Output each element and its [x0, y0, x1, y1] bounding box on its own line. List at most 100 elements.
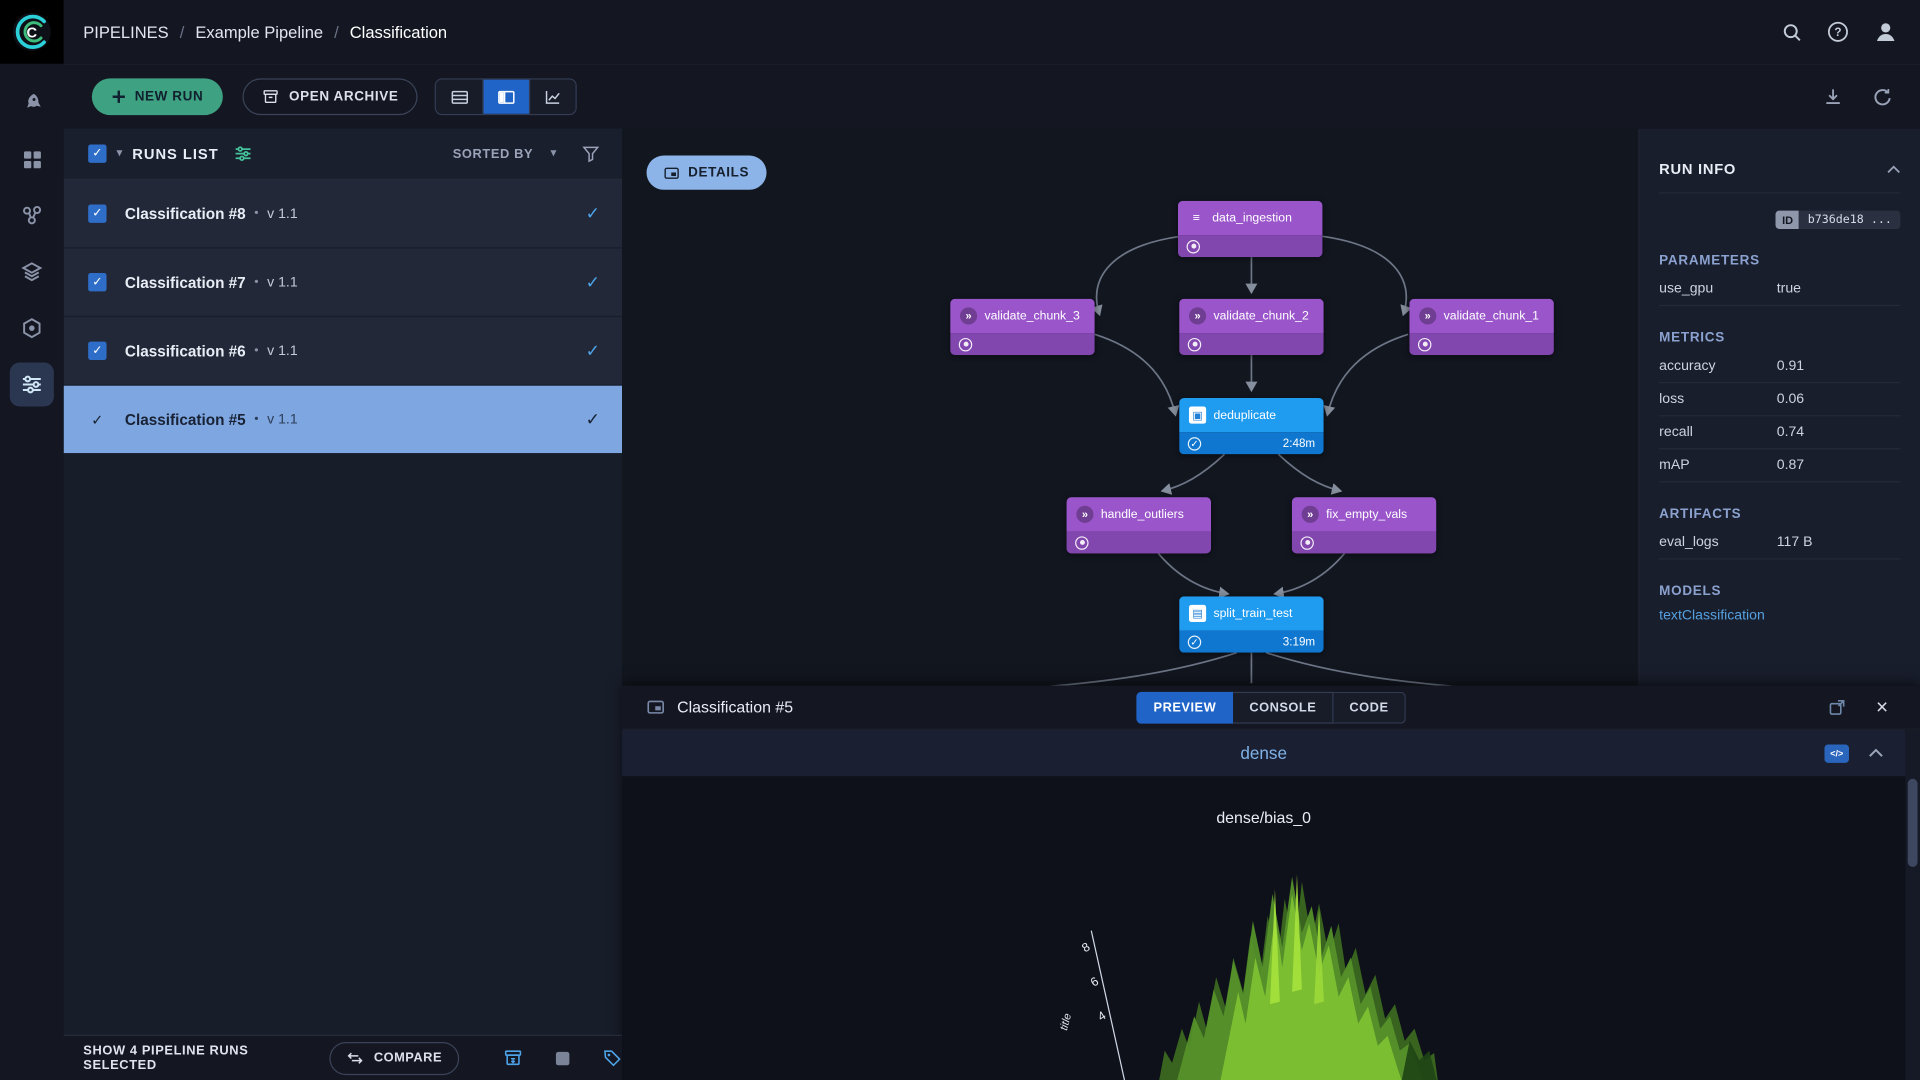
metric-label: accuracy	[1659, 359, 1777, 374]
archive-selected-icon[interactable]	[503, 1048, 523, 1068]
dag-node-validate-chunk-1[interactable]: validate_chunk_1	[1409, 299, 1553, 355]
expand-panel-icon[interactable]	[1828, 698, 1846, 716]
tags-icon[interactable]	[602, 1048, 622, 1068]
run-name: Classification #6	[125, 342, 246, 359]
auto-refresh-icon[interactable]	[1872, 86, 1893, 107]
parameter-row: use_gpu true	[1659, 273, 1900, 306]
run-info-title: RUN INFO	[1659, 160, 1736, 177]
nav-datasets-icon[interactable]	[10, 193, 54, 237]
compare-button[interactable]: COMPARE	[330, 1041, 459, 1074]
embed-code-icon[interactable]	[1824, 744, 1848, 762]
plot-area[interactable]: dense/bias_0 8 6 4 title	[622, 776, 1905, 1080]
breadcrumb-pipelines[interactable]: PIPELINES	[83, 23, 168, 41]
metric-value: 0.06	[1777, 392, 1804, 407]
run-checkbox[interactable]	[88, 204, 106, 222]
nav-pipelines-icon[interactable]	[10, 362, 54, 406]
run-checkbox[interactable]	[88, 342, 106, 360]
run-list-item[interactable]: Classification #8 • v 1.1	[64, 180, 622, 247]
nav-reports-icon[interactable]	[10, 250, 54, 294]
download-icon[interactable]	[1823, 87, 1843, 107]
dag-node-validate-chunk-2[interactable]: validate_chunk_2	[1179, 299, 1323, 355]
nav-rail	[0, 64, 64, 1080]
collapse-chevron-icon[interactable]	[1887, 165, 1900, 174]
layers-icon	[1188, 209, 1205, 226]
run-status-check-icon	[586, 203, 600, 225]
run-name: Classification #7	[125, 274, 246, 291]
app-logo[interactable]: C	[0, 0, 64, 64]
details-button[interactable]: DETAILS	[647, 156, 767, 190]
filter-icon[interactable]	[582, 144, 600, 162]
select-all-checkbox[interactable]	[88, 144, 106, 162]
selection-footer: SHOW 4 PIPELINE RUNS SELECTED COMPARE	[64, 1035, 622, 1080]
nav-projects-icon[interactable]	[10, 137, 54, 181]
compare-label: COMPARE	[374, 1051, 442, 1066]
clearml-logo-icon: C	[11, 11, 53, 53]
run-checkbox[interactable]	[88, 410, 106, 428]
run-version: v 1.1	[267, 412, 298, 427]
topbar-actions: ?	[1782, 20, 1898, 44]
run-checkbox[interactable]	[88, 273, 106, 291]
chart-view-toggle[interactable]	[529, 80, 576, 114]
selection-caret-icon[interactable]	[116, 147, 122, 160]
pipeline-dag-canvas[interactable]: DETAILS	[622, 129, 1920, 686]
split-view-toggle[interactable]	[483, 80, 530, 114]
list-settings-icon[interactable]	[233, 144, 251, 162]
breadcrumb-separator: /	[334, 23, 339, 41]
dag-node-data-ingestion[interactable]: data_ingestion	[1178, 201, 1322, 257]
dag-node-validate-chunk-3[interactable]: validate_chunk_3	[950, 299, 1094, 355]
metric-group-header[interactable]: dense	[622, 730, 1905, 777]
new-run-button[interactable]: NEW RUN	[92, 78, 223, 115]
breadcrumb-project[interactable]: Example Pipeline	[195, 23, 323, 41]
axis-tick: 4	[1095, 1008, 1108, 1024]
artifacts-section-title: ARTIFACTS	[1659, 507, 1900, 522]
dag-node-deduplicate[interactable]: deduplicate 2:48m	[1179, 398, 1323, 454]
node-label: validate_chunk_3	[984, 309, 1079, 322]
help-icon[interactable]: ?	[1827, 21, 1849, 43]
dag-node-split-train-test[interactable]: split_train_test 3:19m	[1179, 596, 1323, 652]
run-list-item[interactable]: Classification #6 • v 1.1	[64, 317, 622, 384]
sorted-by-dropdown[interactable]: SORTED BY	[453, 146, 557, 161]
tab-preview[interactable]: PREVIEW	[1136, 691, 1233, 723]
preview-icon	[647, 698, 665, 716]
sorted-by-label: SORTED BY	[453, 146, 534, 161]
runs-list-header: RUNS LIST SORTED BY	[64, 129, 622, 180]
run-status-check-icon	[586, 271, 600, 293]
metric-row: mAP 0.87	[1659, 449, 1900, 482]
status-completed-icon	[1418, 337, 1431, 350]
preview-panel-header: Classification #5 PREVIEW CONSOLE CODE	[622, 686, 1920, 730]
surface-3d-plot[interactable]: 8 6 4 title	[1047, 845, 1463, 1080]
status-completed-icon	[1188, 337, 1201, 350]
run-list-item[interactable]: Classification #7 • v 1.1	[64, 249, 622, 316]
runs-list-panel: RUNS LIST SORTED BY Classification #8 • …	[64, 129, 622, 1035]
toolbar-right-icons	[1823, 86, 1893, 107]
metrics-section-title: METRICS	[1659, 331, 1900, 346]
account-avatar-icon[interactable]	[1873, 20, 1897, 44]
svg-text:?: ?	[1834, 26, 1841, 39]
scrollbar-thumb[interactable]	[1908, 779, 1918, 867]
run-list-item-selected[interactable]: Classification #5 • v 1.1	[64, 386, 622, 453]
panel-scrollbar[interactable]	[1905, 730, 1920, 1080]
preview-panel: Classification #5 PREVIEW CONSOLE CODE d…	[622, 686, 1920, 1080]
nav-dashboard-icon[interactable]	[10, 81, 54, 125]
param-label: use_gpu	[1659, 282, 1777, 297]
selection-count-text[interactable]: SHOW 4 PIPELINE RUNS SELECTED	[83, 1043, 303, 1072]
collapse-section-chevron-icon[interactable]	[1869, 748, 1884, 758]
table-view-toggle[interactable]	[436, 80, 483, 114]
nav-models-icon[interactable]	[10, 306, 54, 350]
circle-chevron-icon	[1189, 307, 1206, 324]
view-toggle-group	[435, 78, 577, 115]
tab-console[interactable]: CONSOLE	[1233, 691, 1333, 723]
breadcrumb-separator: /	[180, 23, 185, 41]
dag-node-handle-outliers[interactable]: handle_outliers	[1067, 497, 1211, 553]
abort-icon[interactable]	[555, 1050, 571, 1066]
tab-code[interactable]: CODE	[1333, 691, 1405, 723]
model-link[interactable]: textClassification	[1659, 609, 1900, 624]
search-icon[interactable]	[1782, 21, 1803, 42]
open-archive-button[interactable]: OPEN ARCHIVE	[243, 78, 419, 115]
status-check-icon	[1188, 635, 1201, 648]
details-icon	[664, 165, 680, 181]
artifact-value: 117 B	[1777, 535, 1813, 550]
close-panel-icon[interactable]	[1876, 697, 1888, 718]
run-id-badge[interactable]: ID b736de18 ...	[1659, 211, 1900, 229]
dag-node-fix-empty-vals[interactable]: fix_empty_vals	[1292, 497, 1436, 553]
